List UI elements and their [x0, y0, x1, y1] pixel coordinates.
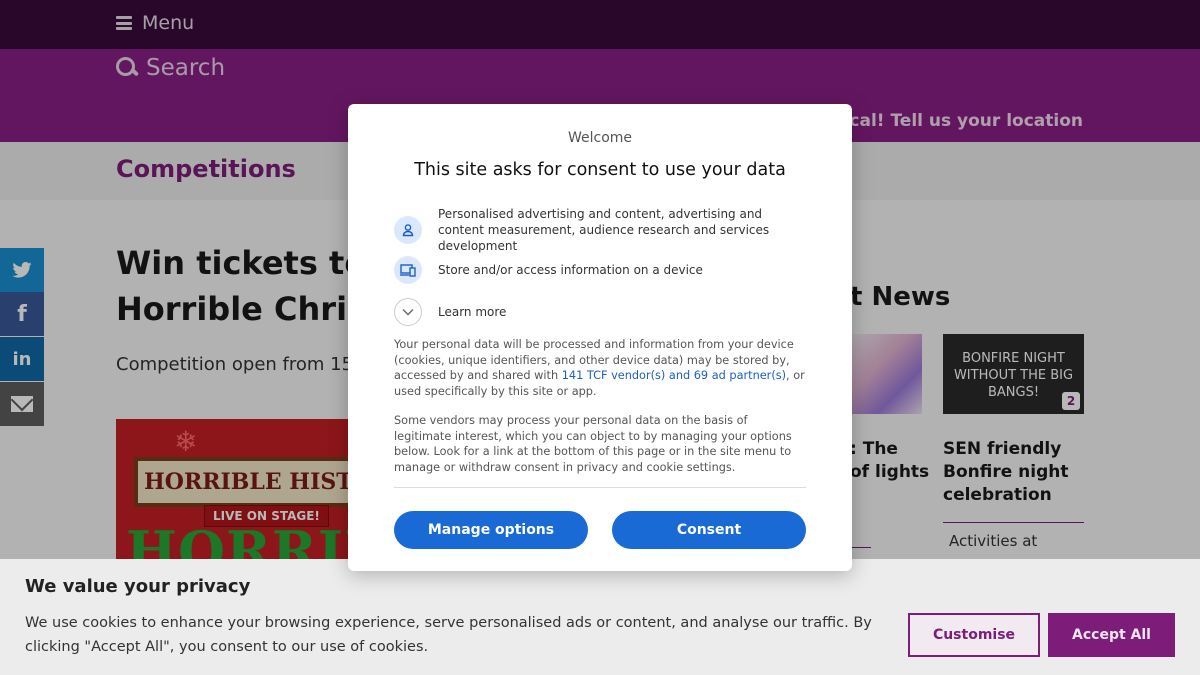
- person-icon: [394, 216, 422, 244]
- purpose-text: Personalised advertising and content, ad…: [438, 207, 770, 253]
- learn-more-toggle[interactable]: Learn more: [394, 298, 798, 326]
- vendors-link[interactable]: 141 TCF vendor(s) and 69 ad partner(s): [562, 369, 786, 382]
- dialog-title: This site asks for consent to use your d…: [414, 160, 786, 180]
- privacy-banner-text: We use cookies to enhance your browsing …: [25, 615, 872, 655]
- learn-more-label: Learn more: [438, 305, 507, 319]
- accept-all-button[interactable]: Accept All: [1048, 613, 1175, 657]
- dialog-divider: [394, 487, 806, 488]
- consent-paragraph-1: Your personal data will be processed and…: [394, 337, 806, 399]
- purpose-store-access: Store and/or access information on a dev…: [394, 256, 798, 284]
- manage-options-button[interactable]: Manage options: [394, 511, 588, 549]
- privacy-banner: We value your privacy We use cookies to …: [0, 559, 1200, 675]
- purpose-personalised-ads: Personalised advertising and content, ad…: [394, 206, 798, 254]
- consent-dialog: Welcome This site asks for consent to us…: [348, 104, 852, 571]
- chevron-down-icon[interactable]: [394, 298, 422, 326]
- devices-icon: [394, 256, 422, 284]
- consent-button[interactable]: Consent: [612, 511, 806, 549]
- dialog-welcome: Welcome: [567, 130, 633, 146]
- customise-button[interactable]: Customise: [908, 613, 1040, 657]
- consent-paragraph-2: Some vendors may process your personal d…: [394, 414, 792, 474]
- purpose-text: Store and/or access information on a dev…: [438, 263, 703, 277]
- privacy-banner-title: We value your privacy: [25, 576, 251, 597]
